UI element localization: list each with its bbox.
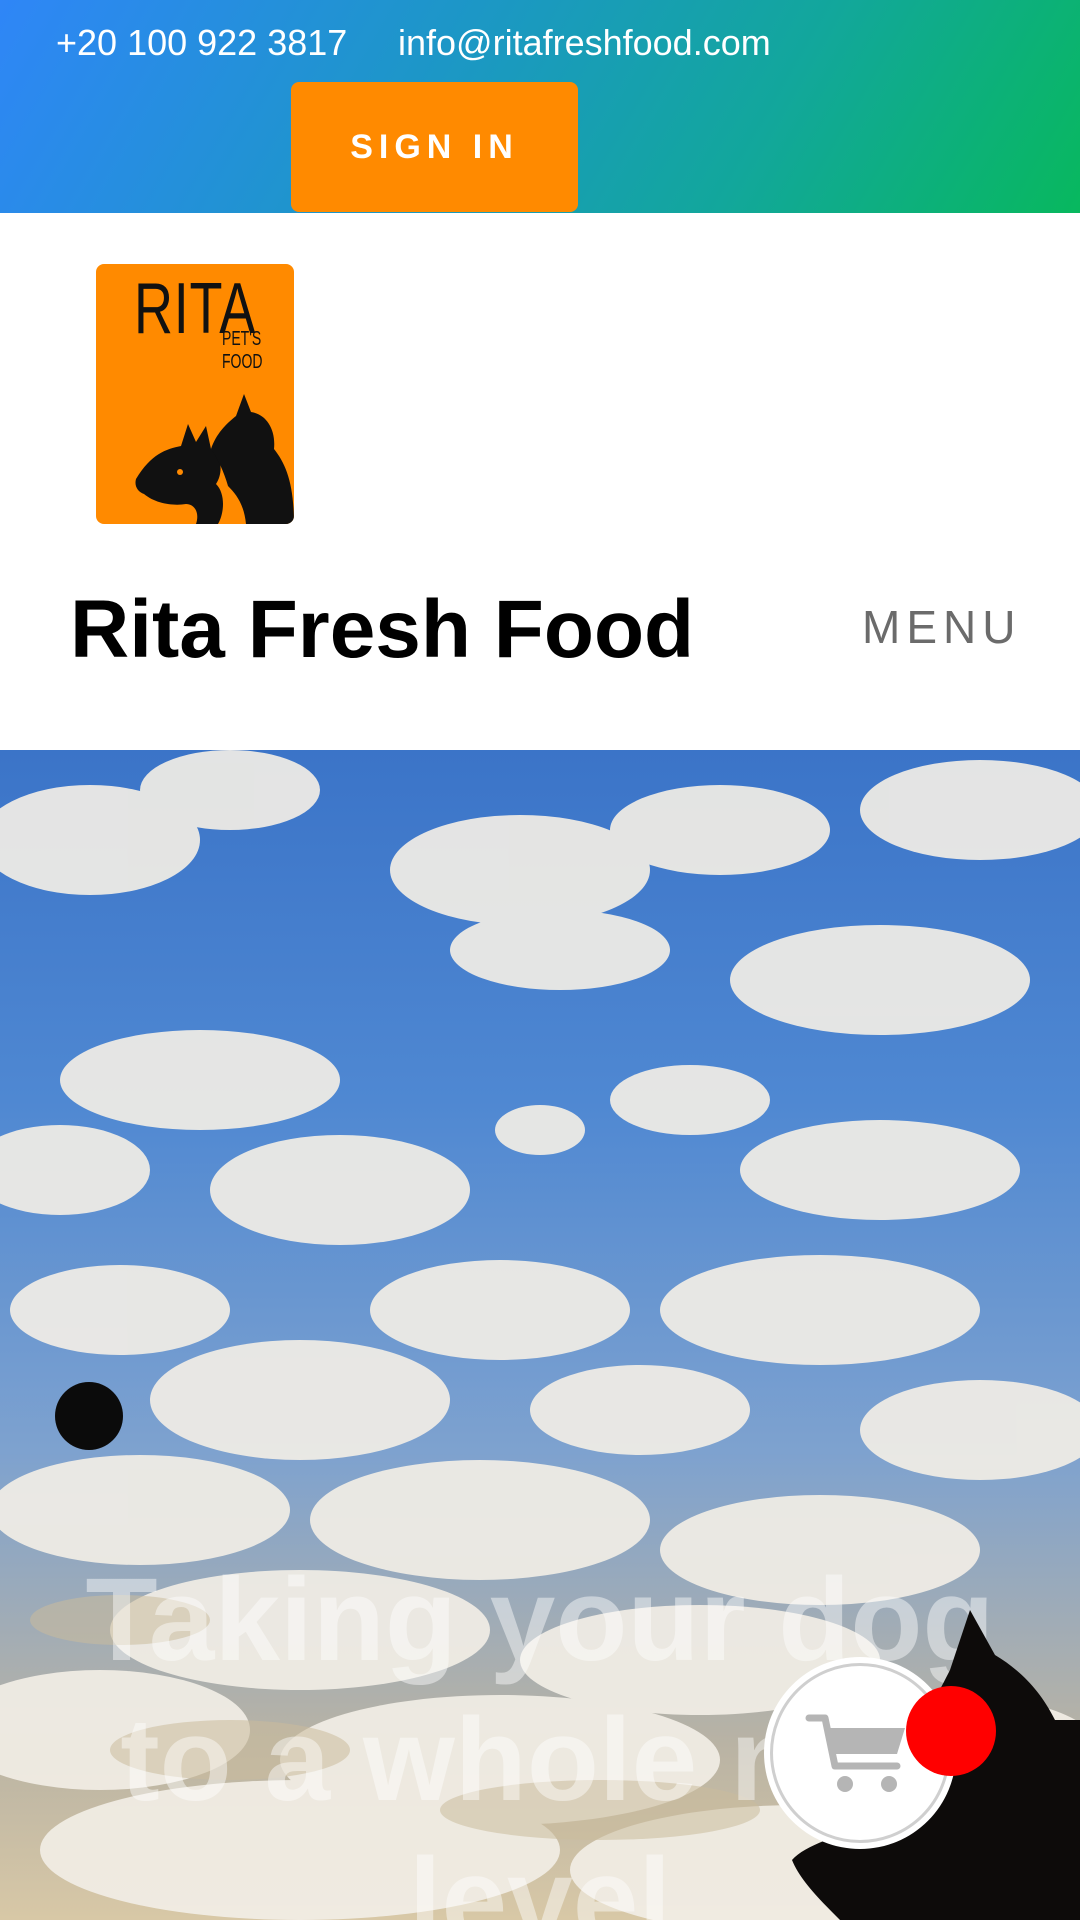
top-contact-bar: +20 100 922 3817 info@ritafreshfood.com … xyxy=(0,0,1080,213)
pet-silhouette-icon xyxy=(135,394,294,524)
email-link[interactable]: info@ritafreshfood.com xyxy=(398,22,771,64)
site-title[interactable]: Rita Fresh Food xyxy=(70,583,694,677)
slider-dot[interactable] xyxy=(55,1382,123,1450)
menu-button[interactable]: MENU xyxy=(862,600,1021,654)
sign-in-button[interactable]: SIGN IN xyxy=(291,82,578,212)
site-header: RITA PET'S FOOD Rita Fresh Food MENU xyxy=(0,213,1080,750)
phone-number[interactable]: +20 100 922 3817 xyxy=(56,22,347,64)
site-logo[interactable]: RITA PET'S FOOD xyxy=(96,264,294,524)
cart-icon xyxy=(805,1714,905,1792)
cart-count-badge xyxy=(906,1686,996,1776)
